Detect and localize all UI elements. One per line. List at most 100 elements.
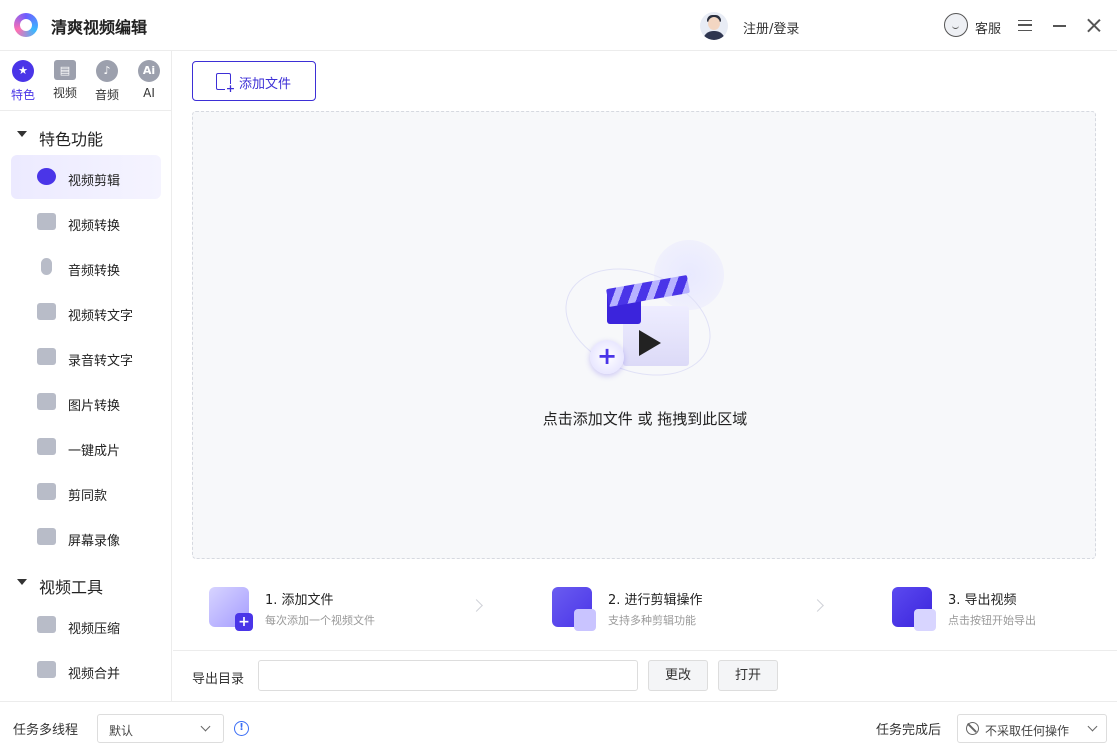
tab-video[interactable]: ▤ 视频 xyxy=(44,59,86,105)
login-link[interactable]: 注册/登录 xyxy=(743,18,799,37)
clapperboard-illustration: + xyxy=(550,240,728,395)
sidebar-item-label: 屏幕录像 xyxy=(68,534,121,549)
ban-icon xyxy=(966,722,979,735)
sidebar-item-audio-convert[interactable]: 音频转换 xyxy=(11,245,161,289)
step-desc: 每次添加一个视频文件 xyxy=(265,614,375,627)
video-compress-icon xyxy=(37,616,56,633)
caret-down-icon xyxy=(17,579,27,585)
customer-service-label[interactable]: 客服 xyxy=(975,18,1001,37)
microphone-icon xyxy=(41,258,52,275)
video-merge-icon xyxy=(37,661,56,678)
user-avatar-icon[interactable] xyxy=(700,12,728,40)
tab-audio[interactable]: ♪ 音频 xyxy=(86,59,128,105)
after-task-select-value: 不采取任何操作 xyxy=(985,724,1070,738)
minimize-icon[interactable] xyxy=(1053,25,1066,27)
sidebar-item-label: 音频转换 xyxy=(68,264,121,279)
sidebar-item-image-convert[interactable]: 图片转换 xyxy=(11,380,161,424)
sidebar-item-template-edit[interactable]: 剪同款 xyxy=(11,470,161,514)
drop-hint: 点击添加文件 或 拖拽到此区域 xyxy=(542,410,748,428)
section-video-tools[interactable]: 视频工具 xyxy=(0,568,172,598)
step-desc: 支持多种剪辑功能 xyxy=(608,614,696,627)
film-icon: ▤ xyxy=(54,60,76,80)
sidebar-item-video-edit[interactable]: 视频剪辑 xyxy=(11,155,161,199)
ai-icon: Ai xyxy=(138,60,160,82)
video-to-text-icon xyxy=(37,303,56,320)
add-file-button[interactable]: 添加文件 xyxy=(192,61,316,101)
add-file-button-label: 添加文件 xyxy=(239,77,292,92)
sidebar-item-video-compress[interactable]: 视频压缩 xyxy=(11,603,161,647)
sidebar-item-screen-record[interactable]: 屏幕录像 xyxy=(11,515,161,559)
step-title: 2. 进行剪辑操作 xyxy=(608,593,703,608)
output-directory-row: 导出目录 更改 打开 xyxy=(173,650,1117,701)
image-icon xyxy=(37,393,56,410)
edit-icon xyxy=(552,587,596,631)
sidebar-item-label: 剪同款 xyxy=(68,489,108,504)
add-file-icon xyxy=(216,73,236,95)
thread-select[interactable]: 默认 xyxy=(97,714,224,743)
step-title: 3. 导出视频 xyxy=(948,593,1017,608)
chevron-down-icon xyxy=(200,721,211,732)
tab-label: 视频 xyxy=(52,86,77,100)
sidebar-item-audio-to-text[interactable]: 录音转文字 xyxy=(11,335,161,379)
title-bar: 清爽视频编辑 注册/登录 客服 xyxy=(0,0,1117,51)
section-title: 特色功能 xyxy=(39,130,104,149)
video-convert-icon xyxy=(37,213,56,230)
tab-label: 特色 xyxy=(10,88,35,102)
info-icon[interactable]: ! xyxy=(234,721,249,736)
tab-ai[interactable]: Ai AI xyxy=(128,59,170,105)
sidebar-item-label: 一键成片 xyxy=(68,444,121,459)
music-icon: ♪ xyxy=(96,60,118,82)
sidebar-item-video-convert[interactable]: 视频转换 xyxy=(11,200,161,244)
app-title: 清爽视频编辑 xyxy=(51,18,148,37)
customer-service-icon[interactable] xyxy=(944,13,968,37)
tab-label: AI xyxy=(143,86,155,100)
category-tabs: ★ 特色 ▤ 视频 ♪ 音频 Ai AI xyxy=(0,51,172,111)
section-title: 视频工具 xyxy=(39,578,104,597)
template-icon xyxy=(37,483,56,500)
audio-to-text-icon xyxy=(37,348,56,365)
menu-icon[interactable] xyxy=(1018,20,1032,31)
drop-zone[interactable]: + 点击添加文件 或 拖拽到此区域 xyxy=(192,111,1096,559)
tab-label: 音频 xyxy=(94,88,119,102)
thread-label: 任务多线程 xyxy=(13,723,79,738)
sidebar-item-one-click-video[interactable]: 一键成片 xyxy=(11,425,161,469)
chevron-down-icon xyxy=(1087,721,1098,732)
sidebar-item-label: 视频转文字 xyxy=(68,309,134,324)
thread-select-value: 默认 xyxy=(109,724,134,738)
chevron-right-icon xyxy=(470,599,483,612)
after-task-select[interactable]: 不采取任何操作 xyxy=(957,714,1107,743)
star-icon: ★ xyxy=(12,60,34,82)
plus-icon: + xyxy=(590,340,624,374)
sidebar-item-label: 视频压缩 xyxy=(68,622,121,637)
play-file-icon xyxy=(37,438,56,455)
export-icon xyxy=(892,587,936,631)
after-task-label: 任务完成后 xyxy=(876,723,942,738)
section-featured-functions[interactable]: 特色功能 xyxy=(0,120,172,150)
close-icon[interactable] xyxy=(1086,18,1101,33)
step-title: 1. 添加文件 xyxy=(265,593,334,608)
change-directory-button[interactable]: 更改 xyxy=(648,660,708,691)
steps-guide: 1. 添加文件 每次添加一个视频文件 2. 进行剪辑操作 支持多种剪辑功能 3.… xyxy=(192,571,1096,651)
main-panel: 添加文件 + 点击添加文件 或 拖拽到此区域 1. 添加文件 每次添加一个视频文… xyxy=(173,51,1117,701)
sidebar-item-label: 视频转换 xyxy=(68,219,121,234)
output-directory-label: 导出目录 xyxy=(192,672,245,687)
sidebar-item-label: 视频合并 xyxy=(68,667,121,682)
sidebar-item-video-to-text[interactable]: 视频转文字 xyxy=(11,290,161,334)
chevron-right-icon xyxy=(811,599,824,612)
play-icon xyxy=(639,330,661,356)
output-directory-input[interactable] xyxy=(258,660,638,691)
sidebar-item-label: 图片转换 xyxy=(68,399,121,414)
bottom-bar: 任务多线程 默认 ! 任务完成后 不采取任何操作 xyxy=(0,701,1117,752)
tab-featured[interactable]: ★ 特色 xyxy=(2,59,44,105)
caret-down-icon xyxy=(17,131,27,137)
screen-record-icon xyxy=(37,528,56,545)
sidebar-item-video-merge[interactable]: 视频合并 xyxy=(11,648,161,692)
step-desc: 点击按钮开始导出 xyxy=(948,614,1036,627)
add-file-icon xyxy=(209,587,253,631)
sidebar-item-label: 录音转文字 xyxy=(68,354,134,369)
sidebar-item-label: 视频剪辑 xyxy=(68,174,121,189)
open-directory-button[interactable]: 打开 xyxy=(718,660,778,691)
video-edit-icon xyxy=(37,168,56,185)
app-logo-icon xyxy=(14,13,38,37)
sidebar: ★ 特色 ▤ 视频 ♪ 音频 Ai AI 特色功能 视频剪辑 视频转换 音频转换… xyxy=(0,51,172,701)
